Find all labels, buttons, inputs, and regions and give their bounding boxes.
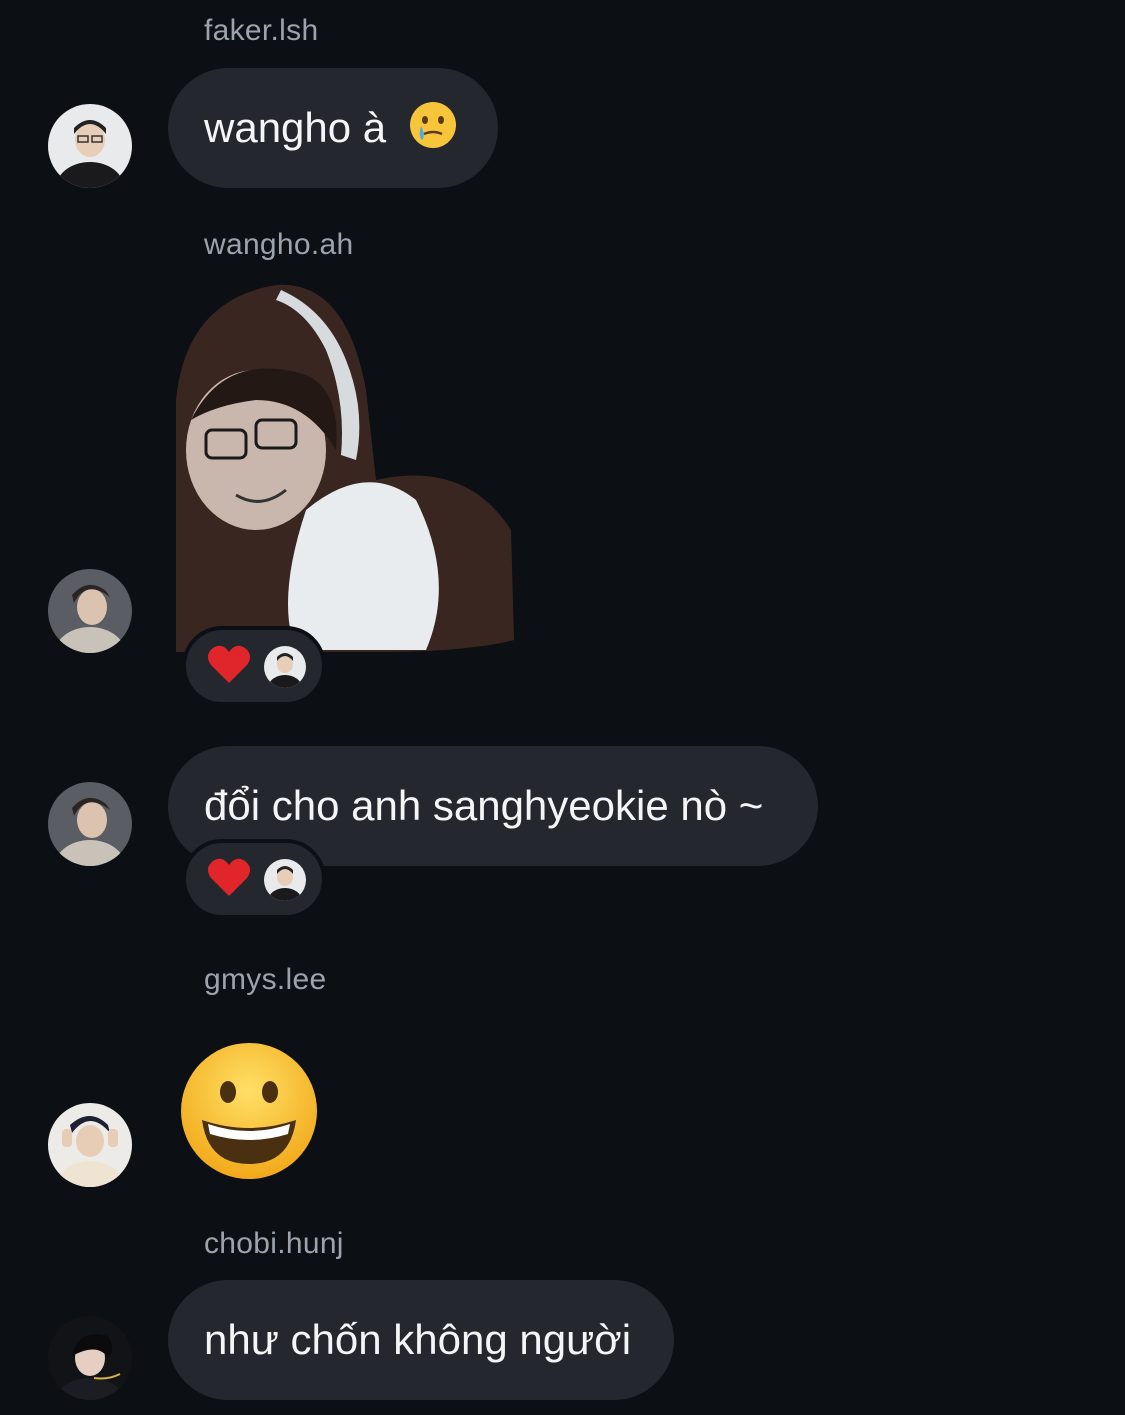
- avatar[interactable]: [48, 1316, 132, 1400]
- avatar[interactable]: [48, 569, 132, 653]
- avatar[interactable]: [48, 782, 132, 866]
- message-text: như chốn không người: [204, 1316, 632, 1363]
- username-label[interactable]: gmys.lee: [204, 963, 326, 997]
- username-label[interactable]: faker.lsh: [204, 14, 318, 48]
- reaction-user-avatar: [264, 646, 306, 688]
- grinning-face-emoji[interactable]: [178, 1040, 320, 1182]
- red-heart-emoji: [207, 858, 251, 896]
- message-text: wangho à: [204, 104, 387, 151]
- crying-smile-emoji: [409, 102, 456, 148]
- message-bubble[interactable]: như chốn không người: [168, 1280, 674, 1400]
- sticker-image[interactable]: [166, 280, 516, 655]
- reaction-user-avatar: [264, 859, 306, 901]
- reaction-badge[interactable]: [182, 626, 326, 706]
- avatar[interactable]: [48, 1103, 132, 1187]
- message-bubble[interactable]: wangho à: [168, 68, 498, 188]
- message-text: đổi cho anh sanghyeokie nò ~: [204, 782, 764, 829]
- username-label[interactable]: chobi.hunj: [204, 1227, 344, 1261]
- chat-thread: faker.lsh wangho à wangho.ah đổi cho anh…: [0, 0, 1125, 1415]
- username-label[interactable]: wangho.ah: [204, 228, 354, 262]
- red-heart-emoji: [207, 645, 251, 683]
- reaction-badge[interactable]: [182, 839, 326, 919]
- avatar[interactable]: [48, 104, 132, 188]
